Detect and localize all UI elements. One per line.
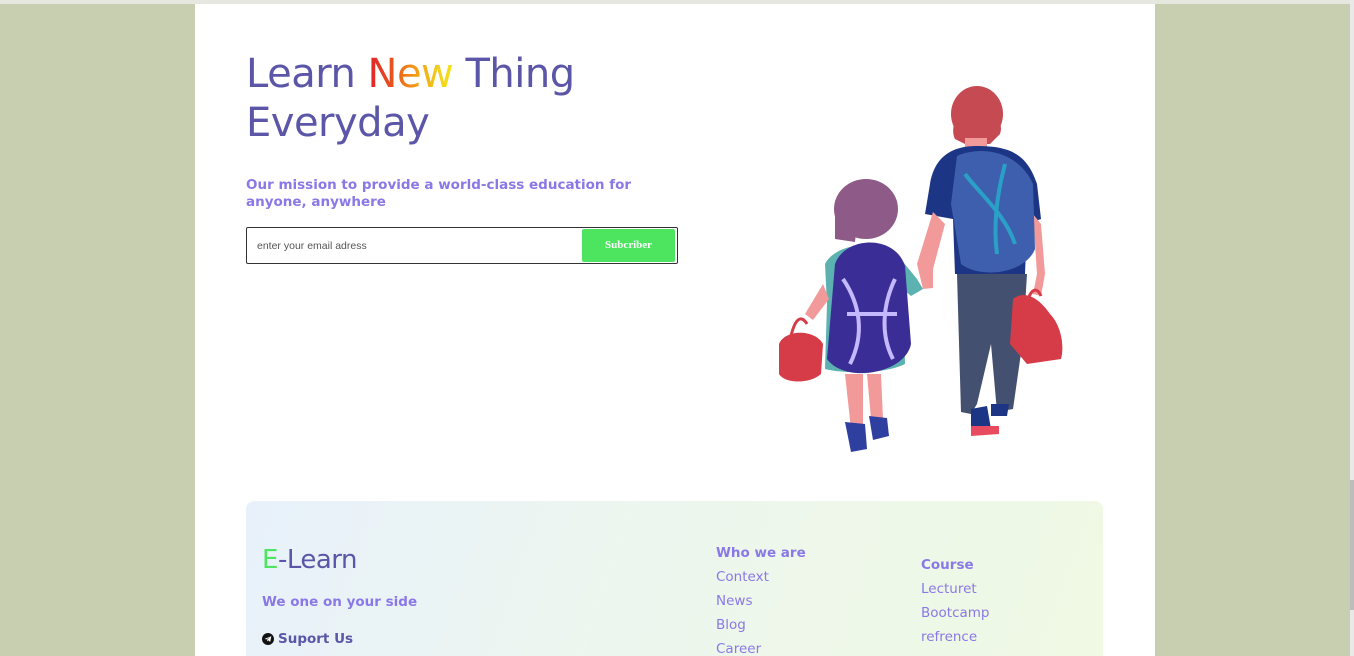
support-us-label: Suport Us	[278, 631, 354, 647]
hero-title-highlight: New	[367, 51, 454, 97]
footer-heading-course: Course	[921, 557, 974, 573]
footer-column-who-we-are: Who we are Context News Blog Career	[716, 545, 806, 656]
hero-title-part1: Learn	[246, 51, 368, 97]
children-walking-illustration	[779, 86, 1063, 452]
hero-title: Learn New Thing Everyday	[246, 50, 666, 148]
mission-text: Our mission to provide a world-class edu…	[246, 177, 632, 210]
footer-link-bootcamp[interactable]: Bootcamp	[921, 605, 990, 621]
footer-link-lecturet[interactable]: Lecturet	[921, 581, 990, 597]
page-scrollbar[interactable]	[1350, 0, 1354, 656]
footer-link-news[interactable]: News	[716, 593, 806, 609]
footer-link-refrence[interactable]: refrence	[921, 629, 990, 645]
brand-logo-e: E	[262, 545, 278, 575]
footer-link-context[interactable]: Context	[716, 569, 806, 585]
telegram-icon	[262, 633, 274, 645]
main-page: Learn New Thing Everyday Our mission to …	[195, 4, 1155, 656]
subscribe-button[interactable]: Subcriber	[582, 229, 675, 262]
support-us-link[interactable]: Suport Us	[262, 631, 353, 647]
scrollbar-thumb[interactable]	[1350, 480, 1354, 610]
hero-title-part2: Thing	[453, 51, 575, 97]
footer-link-blog[interactable]: Blog	[716, 617, 806, 633]
brand-logo-rest: -Learn	[277, 545, 358, 575]
hero-title-line2: Everyday	[246, 100, 430, 146]
email-input[interactable]	[257, 237, 577, 255]
footer-card: E-Learn We one on your side Suport Us Wh…	[246, 501, 1103, 656]
footer-column-course: Course Lecturet Bootcamp refrence	[921, 557, 990, 653]
brand-logo[interactable]: E-Learn	[262, 545, 358, 575]
footer-link-career[interactable]: Career	[716, 641, 806, 656]
footer-heading-who-we-are: Who we are	[716, 545, 806, 561]
subscribe-form: Subcriber	[246, 227, 678, 264]
brand-tagline: We one on your side	[262, 594, 418, 610]
